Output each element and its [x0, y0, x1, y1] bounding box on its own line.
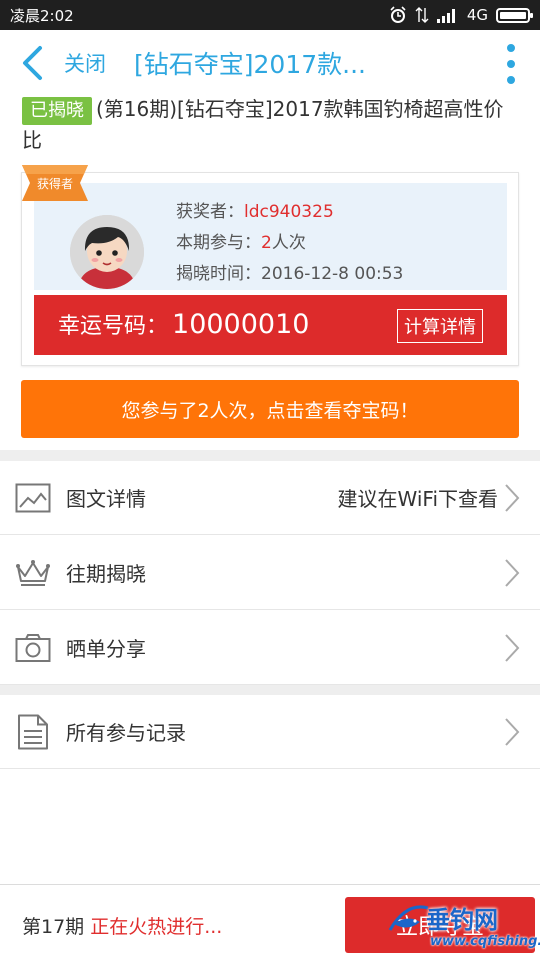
wifi-hint: 建议在WiFi下查看 [337, 487, 499, 511]
reveal-time-value: 2016-12-8 00:53 [261, 264, 404, 284]
more-dot-icon [507, 76, 515, 84]
lucky-number-label: 幸运号码： [58, 314, 169, 339]
bottom-bar: 第17期 正在火热进行... 立即夺宝 [0, 884, 540, 960]
lucky-number-bar: 幸运号码： 10000010 计算详情 [34, 295, 507, 355]
section-divider [0, 450, 540, 461]
next-period-status: 正在火热进行... [90, 916, 223, 938]
menu-item-share-label: 晒单分享 [66, 637, 146, 661]
back-button[interactable] [0, 30, 64, 96]
chevron-right-icon [505, 718, 520, 746]
avatar[interactable] [70, 215, 144, 289]
winner-ribbon: 获得者 [22, 165, 88, 201]
network-type: 4G [466, 6, 488, 24]
winner-line: 获奖者：ldc940325 [176, 197, 334, 222]
document-icon [18, 714, 48, 749]
menu-item-all-records[interactable]: 所有参与记录 [0, 695, 540, 769]
data-transfer-icon [415, 7, 429, 23]
winner-info-panel: 获奖者：ldc940325 本期参与：2人次 揭晓时间：2016-12-8 00… [34, 183, 507, 290]
chevron-right-icon [505, 559, 520, 587]
chevron-left-icon [23, 46, 42, 80]
more-dot-icon [507, 60, 515, 68]
winner-ribbon-label: 获得者 [37, 176, 73, 191]
participation-unit: 人次 [271, 233, 306, 253]
winner-name[interactable]: ldc940325 [244, 202, 334, 222]
reveal-time-line: 揭晓时间：2016-12-8 00:53 [176, 259, 403, 284]
next-period-number: 第17期 [22, 916, 85, 938]
participation-label: 本期参与： [176, 233, 261, 253]
page-title: [钻石夺宝]2017款... [134, 50, 366, 79]
crown-icon [16, 559, 50, 586]
menu-item-past-results[interactable]: 往期揭晓 [0, 536, 540, 610]
title-bar: 关闭 [钻石夺宝]2017款... [0, 30, 540, 96]
reveal-time-label: 揭晓时间： [176, 264, 261, 284]
status-badge: 已揭晓 [22, 97, 92, 125]
menu-item-details[interactable]: 图文详情 建议在WiFi下查看 [0, 461, 540, 535]
buy-now-button[interactable]: 立即夺宝 [345, 897, 535, 953]
product-title-block: 已揭晓 (第16期)[钻石夺宝]2017款韩国钓椅超高性价比 [22, 94, 522, 156]
view-my-codes-button[interactable]: 您参与了2人次，点击查看夺宝码！ [21, 380, 519, 438]
close-button[interactable]: 关闭 [64, 48, 106, 78]
status-bar: 凌晨2:02 4G [0, 0, 540, 30]
menu-item-all-records-label: 所有参与记录 [66, 721, 186, 745]
participation-line: 本期参与：2人次 [176, 228, 306, 253]
winner-card: 获奖者：ldc940325 本期参与：2人次 揭晓时间：2016-12-8 00… [21, 165, 519, 366]
battery-icon [496, 7, 533, 23]
product-title: (第16期)[钻石夺宝]2017款韩国钓椅超高性价比 [22, 97, 504, 152]
signal-icon [436, 9, 455, 23]
status-time: 凌晨2:02 [10, 6, 74, 25]
more-dot-icon [507, 44, 515, 52]
more-menu-button[interactable] [500, 44, 522, 84]
menu-item-share[interactable]: 晒单分享 [0, 611, 540, 685]
image-icon [15, 483, 51, 512]
calculation-details-button[interactable]: 计算详情 [397, 309, 483, 343]
winner-label: 获奖者： [176, 202, 244, 222]
lucky-number: 10000010 [172, 309, 310, 340]
avatar-image [70, 215, 144, 289]
camera-icon [15, 633, 51, 662]
menu-item-past-results-label: 往期揭晓 [66, 562, 146, 586]
chevron-right-icon [505, 484, 520, 512]
alarm-icon [390, 6, 406, 23]
chevron-right-icon [505, 634, 520, 662]
menu-item-details-label: 图文详情 [66, 487, 146, 511]
participation-count: 2 [261, 233, 272, 253]
next-period-info[interactable]: 第17期 正在火热进行... [22, 912, 222, 939]
